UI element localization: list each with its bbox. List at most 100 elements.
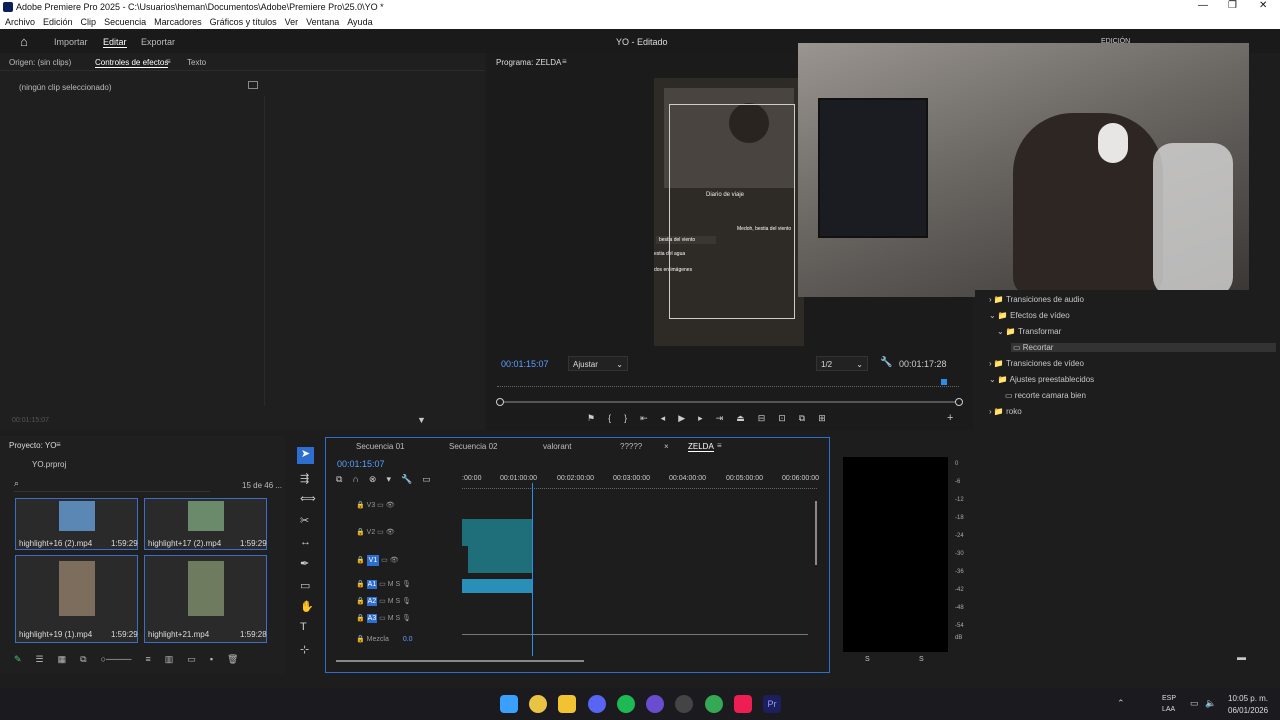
out-point-icon[interactable]: }	[624, 413, 627, 425]
project-search[interactable]: ⌕	[14, 478, 210, 492]
zoom-slider[interactable]: ○────	[101, 654, 132, 666]
track-a3[interactable]: 🔒 A3 ▭ M S 🎙	[356, 614, 456, 623]
vertical-scroll[interactable]	[815, 501, 817, 565]
menu-secuencia[interactable]: Secuencia	[104, 17, 146, 27]
effect-audio-transitions[interactable]: › 📁 Transiciones de audio	[989, 295, 1084, 304]
razor-icon[interactable]: ✂	[300, 514, 309, 527]
program-ruler[interactable]	[497, 379, 959, 387]
tray-chevron-icon[interactable]: ⌃	[1117, 698, 1125, 709]
trash-icon[interactable]: 🗑	[227, 654, 238, 666]
rectangle-icon[interactable]: ▭	[300, 579, 310, 592]
fit-select[interactable]: Ajustar ⌄	[568, 356, 628, 371]
chrome-profile-icon[interactable]	[705, 695, 723, 713]
pencil-icon[interactable]: ✎	[14, 654, 22, 666]
freeform-view-icon[interactable]: ⧉	[80, 654, 86, 666]
clock-time[interactable]: 10:05 p. m.	[1228, 694, 1268, 703]
track-v1[interactable]: 🔒 V1 ▭ 👁	[356, 555, 456, 566]
zoom-scrollbar[interactable]	[499, 401, 959, 403]
new-bin-icon[interactable]: ▬	[1237, 652, 1246, 662]
mix-value[interactable]: 0.0	[403, 636, 413, 643]
settings-icon[interactable]: ⊞	[818, 413, 826, 425]
tab-zelda[interactable]: ZELDA	[688, 442, 714, 452]
filter-icon[interactable]: ▼	[417, 415, 426, 425]
menu-ayuda[interactable]: Ayuda	[347, 17, 372, 27]
track-select-icon[interactable]: ⇶	[300, 472, 309, 485]
program-playhead[interactable]	[941, 379, 947, 385]
step-forward-icon[interactable]: ▸	[698, 413, 703, 425]
clip-thumb[interactable]: highlight+17 (2).mp4 1:59:29	[144, 498, 267, 550]
chrome-icon[interactable]	[529, 695, 547, 713]
app-circle-icon[interactable]	[646, 695, 664, 713]
effect-crop[interactable]: ▭ Recortar	[1011, 343, 1276, 352]
windows-start-icon[interactable]	[500, 695, 518, 713]
track-v3[interactable]: 🔒 V3 ▭ 👁	[356, 501, 456, 509]
tiktok-icon[interactable]	[734, 695, 752, 713]
premiere-icon[interactable]: Pr	[763, 695, 781, 713]
scroll-left-handle[interactable]	[496, 398, 504, 406]
automate-icon[interactable]: ▥	[165, 654, 174, 666]
program-menu-icon[interactable]: ≡	[562, 57, 567, 66]
tab-source[interactable]: Origen: (sin clips)	[9, 58, 71, 67]
play-icon[interactable]: ▶	[678, 413, 685, 425]
program-timecode[interactable]: 00:01:15:07	[501, 359, 549, 369]
discord-icon[interactable]	[588, 695, 606, 713]
video-clip-v1[interactable]	[468, 546, 532, 573]
list-view-icon[interactable]: ☰	[36, 654, 44, 666]
effect-preset-crop-camera[interactable]: ▭ recorte camara bien	[1005, 391, 1086, 400]
wrench-icon[interactable]: 🔧	[880, 357, 892, 368]
time-ruler[interactable]: :00:00 00:01:00:00 00:02:00:00 00:03:00:…	[462, 475, 819, 489]
timeline-timecode[interactable]: 00:01:15:07	[337, 459, 385, 469]
extract-icon[interactable]: ⊟	[758, 413, 766, 425]
solo-left[interactable]: S	[865, 656, 870, 663]
project-menu-icon[interactable]: ≡	[56, 440, 61, 449]
sort-icon[interactable]: ≡	[146, 654, 151, 666]
lift-icon[interactable]: ⏏	[736, 413, 745, 425]
effect-video-effects[interactable]: ⌄ 📁 Efectos de vídeo	[989, 311, 1070, 320]
tab-menu-icon[interactable]: ≡	[166, 57, 171, 66]
tab-sequence-02[interactable]: Secuencia 02	[449, 442, 497, 451]
network-icon[interactable]: ▭	[1190, 698, 1199, 709]
caption-icon[interactable]: ⊹	[300, 643, 309, 656]
camera-icon[interactable]: ⊡	[778, 413, 786, 425]
clock-date[interactable]: 06/01/2026	[1228, 706, 1268, 715]
close-tab-icon[interactable]: ×	[664, 442, 669, 451]
ripple-edit-icon[interactable]: ⟺	[300, 492, 316, 505]
spotify-icon[interactable]	[617, 695, 635, 713]
hand-icon[interactable]: ✋	[300, 600, 314, 613]
maximize-icon[interactable]: ❐	[1228, 0, 1237, 11]
tab-effect-controls[interactable]: Controles de efectos	[95, 58, 169, 68]
clip-thumb[interactable]: highlight+16 (2).mp4 1:59:29	[15, 498, 138, 550]
transform-box[interactable]	[669, 104, 795, 319]
menu-graficos[interactable]: Gráficos y títulos	[210, 17, 277, 27]
video-clip-v2[interactable]	[462, 519, 532, 546]
pen-icon[interactable]: ✒	[300, 557, 309, 570]
horizontal-scroll[interactable]	[336, 660, 584, 662]
clip-thumb[interactable]: highlight+19 (1).mp4 1:59:29	[15, 555, 138, 643]
effect-presets[interactable]: ⌄ 📁 Ajustes preestablecidos	[989, 375, 1094, 384]
menu-marcadores[interactable]: Marcadores	[154, 17, 202, 27]
go-to-in-icon[interactable]: ⇤	[640, 413, 648, 425]
tab-text[interactable]: Texto	[187, 58, 206, 67]
compare-icon[interactable]: ⧉	[799, 413, 805, 425]
track-v2[interactable]: 🔒 V2 ▭ 👁	[356, 528, 456, 536]
tab-question[interactable]: ?????	[620, 442, 642, 451]
resolution-select[interactable]: 1/2 ⌄	[816, 356, 868, 371]
minimize-icon[interactable]: —	[1198, 0, 1208, 11]
menu-ventana[interactable]: Ventana	[306, 17, 339, 27]
tab-sequence-01[interactable]: Secuencia 01	[356, 442, 404, 451]
timeline-settings-icon[interactable]: 🔧	[401, 474, 412, 487]
selection-tool-icon[interactable]: ➤	[297, 447, 314, 464]
track-a2[interactable]: 🔒 A2 ▭ M S 🎙	[356, 597, 456, 606]
marker-icon[interactable]: ⚑	[587, 413, 595, 425]
effect-transform[interactable]: ⌄ 📁 Transformar	[997, 327, 1061, 336]
solo-right[interactable]: S	[919, 656, 924, 663]
folder-icon[interactable]: ▭	[187, 654, 196, 666]
slip-icon[interactable]: ↔	[300, 536, 311, 548]
nest-icon[interactable]: ⧉	[336, 474, 342, 487]
snap-icon[interactable]: ∩	[352, 474, 358, 487]
edit-tab[interactable]: Editar	[103, 37, 127, 48]
type-tool-icon[interactable]: T	[300, 621, 307, 633]
file-explorer-icon[interactable]	[558, 695, 576, 713]
chrome-dev-icon[interactable]	[675, 695, 693, 713]
menu-edicion[interactable]: Edición	[43, 17, 73, 27]
